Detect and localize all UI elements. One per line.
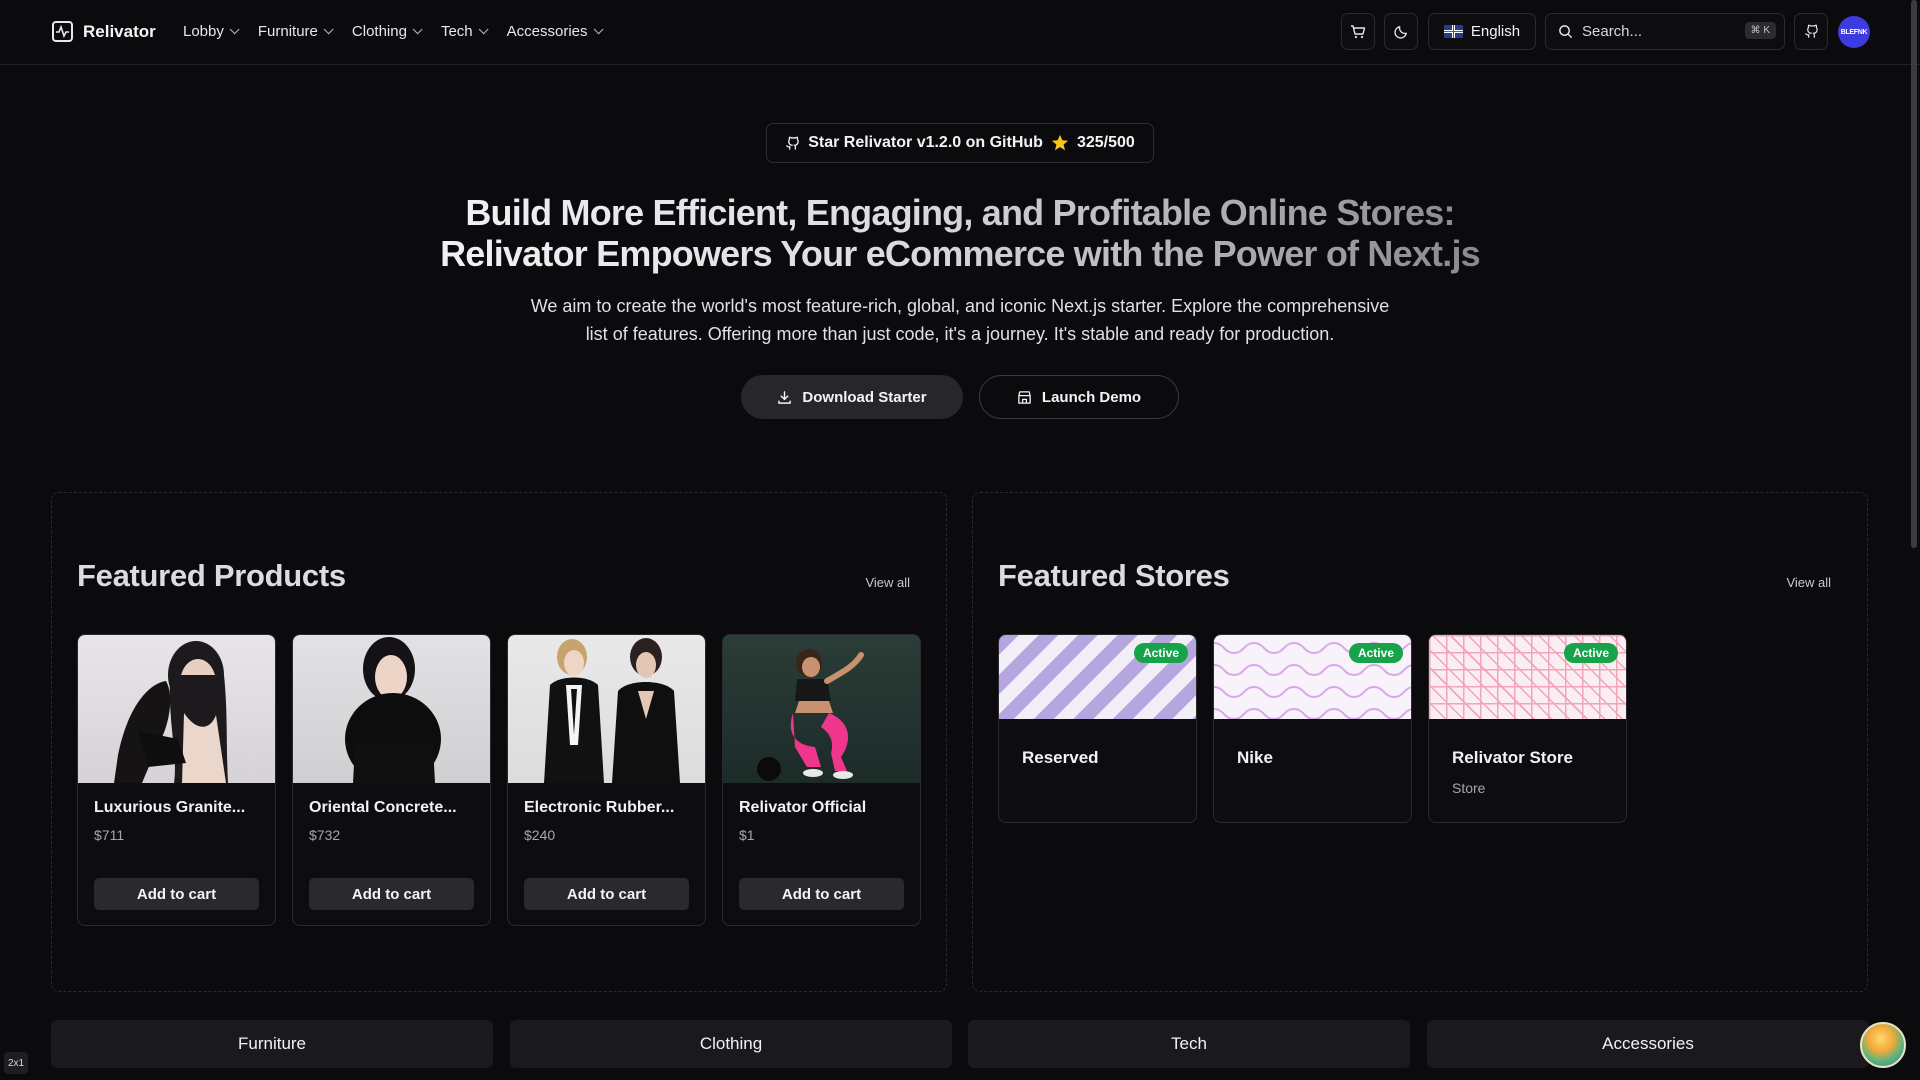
language-label: English [1470, 23, 1521, 40]
product-name: Oriental Concrete... [309, 799, 457, 816]
product-price: $240 [524, 827, 556, 843]
status-badge: Active [1563, 643, 1618, 663]
add-to-cart-button[interactable]: Add to cart [739, 878, 904, 910]
category-accessories[interactable]: Accessories [1427, 1020, 1869, 1068]
floating-avatar-button[interactable] [1860, 1022, 1906, 1068]
nav-lobby[interactable]: Lobby [183, 23, 240, 40]
status-badge: Active [1348, 643, 1403, 663]
store-banner: Active [1429, 635, 1626, 719]
product-card[interactable]: Electronic Rubber... $240 Add to cart [507, 634, 706, 926]
category-tech[interactable]: Tech [968, 1020, 1410, 1068]
product-image [78, 635, 275, 783]
store-icon [1018, 390, 1031, 404]
category-clothing[interactable]: Clothing [510, 1020, 952, 1068]
hero-title-line-1: Build More Efficient, Engaging, and Prof… [465, 192, 1455, 233]
nav-tech[interactable]: Tech [440, 23, 489, 40]
product-image [293, 635, 490, 783]
uk-flag-icon [1443, 25, 1463, 38]
cart-icon [1351, 24, 1366, 38]
featured-stores-panel: Featured Stores View all Active Reserved… [972, 492, 1868, 992]
dev-indicator-badge: 2x1 [4, 1052, 28, 1074]
category-furniture[interactable]: Furniture [51, 1020, 493, 1068]
github-icon [1804, 24, 1818, 38]
store-name: Reserved [1022, 748, 1099, 767]
status-badge: Active [1133, 643, 1188, 663]
github-stars-count: 325/500 [1076, 134, 1135, 151]
hero-subtitle: We aim to create the world's most featur… [480, 292, 1440, 348]
chevron-down-icon [412, 24, 423, 35]
nav-accessories-label: Accessories [506, 23, 588, 40]
nav-clothing[interactable]: Clothing [351, 23, 423, 40]
featured-products-view-all[interactable]: View all [865, 575, 910, 590]
store-type: Store [1452, 780, 1486, 796]
hero-title: Build More Efficient, Engaging, and Prof… [360, 192, 1560, 274]
hero-title-line-2: Relivator Empowers Your eCommerce with t… [440, 233, 1480, 274]
store-card[interactable]: Active Reserved [998, 634, 1197, 823]
chevron-down-icon [229, 24, 240, 35]
cart-button[interactable] [1341, 13, 1375, 50]
chevron-down-icon [593, 24, 604, 35]
download-starter-button[interactable]: Download Starter [741, 375, 963, 419]
featured-products-panel: Featured Products View all Luxurious Gra… [51, 492, 947, 992]
launch-demo-label: Launch Demo [1041, 388, 1142, 406]
chevron-down-icon [323, 24, 334, 35]
search-shortcut: ⌘ K [1744, 22, 1776, 39]
search-icon [1559, 25, 1573, 39]
add-to-cart-button[interactable]: Add to cart [309, 878, 474, 910]
moon-icon [1393, 25, 1407, 39]
add-to-cart-button[interactable]: Add to cart [94, 878, 259, 910]
add-to-cart-button[interactable]: Add to cart [524, 878, 689, 910]
github-star-pill[interactable]: Star Relivator v1.2.0 on GitHub 325/500 [766, 123, 1154, 163]
store-name: Relivator Store [1452, 748, 1573, 767]
nav-furniture-label: Furniture [257, 23, 318, 40]
main-nav: Lobby Furniture Clothing Tech Accessorie… [183, 23, 622, 40]
product-card[interactable]: Oriental Concrete... $732 Add to cart [292, 634, 491, 926]
avatar-text: BLEFNK [1840, 28, 1868, 36]
nav-tech-label: Tech [440, 23, 473, 40]
store-name: Nike [1237, 748, 1273, 767]
featured-stores-title: Featured Stores [998, 558, 1230, 593]
product-price: $711 [94, 827, 125, 843]
product-name: Electronic Rubber... [524, 799, 675, 816]
nav-clothing-label: Clothing [351, 23, 407, 40]
store-card[interactable]: Active Nike [1213, 634, 1412, 823]
github-icon [786, 136, 799, 150]
product-name: Relivator Official [739, 799, 867, 816]
product-price: $1 [739, 827, 755, 843]
nav-accessories[interactable]: Accessories [506, 23, 604, 40]
store-banner: Active [1214, 635, 1411, 719]
brand-name: Relivator [83, 21, 156, 41]
pulse-logo-icon [52, 21, 73, 42]
product-card[interactable]: Luxurious Granite... $711 Add to cart [77, 634, 276, 926]
star-icon [1051, 134, 1069, 151]
product-image [723, 635, 920, 783]
language-select[interactable]: English [1428, 13, 1536, 50]
featured-products-title: Featured Products [77, 558, 346, 593]
search-placeholder: Search... [1582, 23, 1643, 40]
product-name: Luxurious Granite... [94, 799, 246, 816]
brand-link[interactable]: Relivator [52, 21, 156, 42]
product-price: $732 [309, 827, 341, 843]
avatar[interactable]: BLEFNK [1838, 16, 1870, 48]
launch-demo-button[interactable]: Launch Demo [979, 375, 1179, 419]
theme-toggle-button[interactable] [1384, 13, 1418, 50]
top-header: Relivator Lobby Furniture Clothing Tech … [0, 0, 1920, 65]
download-icon [778, 390, 792, 404]
hero-subtitle-line-1: We aim to create the world's most featur… [530, 296, 1390, 316]
product-image [508, 635, 705, 783]
product-card[interactable]: Relivator Official $1 Add to cart [722, 634, 921, 926]
hero-subtitle-line-2: list of features. Offering more than jus… [585, 324, 1335, 344]
download-starter-label: Download Starter [802, 388, 927, 406]
nav-furniture[interactable]: Furniture [257, 23, 334, 40]
nav-lobby-label: Lobby [183, 23, 224, 40]
featured-stores-view-all[interactable]: View all [1786, 575, 1831, 590]
search-input[interactable]: Search... ⌘ K [1545, 13, 1785, 50]
github-button[interactable] [1794, 13, 1828, 50]
page-scrollbar[interactable] [1911, 0, 1917, 548]
store-banner: Active [999, 635, 1196, 719]
store-card[interactable]: Active Relivator Store Store [1428, 634, 1627, 823]
chevron-down-icon [478, 24, 489, 35]
github-pill-label: Star Relivator v1.2.0 on GitHub [808, 134, 1043, 151]
